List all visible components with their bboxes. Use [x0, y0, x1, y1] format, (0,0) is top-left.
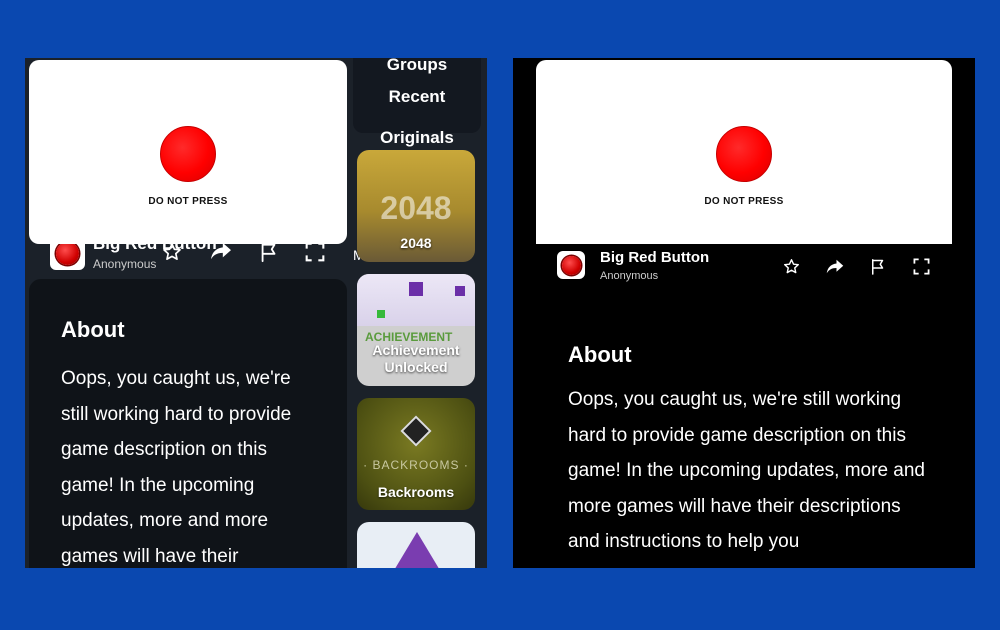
- red-button-icon: [561, 255, 581, 275]
- game-tile-backrooms[interactable]: · BACKROOMS · Backrooms: [357, 398, 475, 510]
- game-tile-2048[interactable]: 2048 2048: [357, 150, 475, 262]
- about-card: About Oops, you caught us, we're still w…: [568, 342, 938, 560]
- side-menu: Groups Recent Originals: [353, 58, 481, 147]
- star-icon[interactable]: [783, 258, 800, 275]
- tile-art-block: [377, 310, 385, 318]
- red-button-icon: [56, 242, 79, 265]
- tile-art-text: 2048: [380, 190, 452, 226]
- fullscreen-icon[interactable]: [913, 258, 930, 275]
- flag-icon[interactable]: [869, 257, 887, 276]
- tile-label: Achievement Unlocked: [372, 342, 460, 375]
- share-icon[interactable]: [210, 241, 232, 261]
- flag-icon[interactable]: [258, 241, 280, 263]
- game-author: Anonymous: [93, 257, 157, 271]
- game-thumbnail[interactable]: [557, 251, 585, 279]
- game-frame[interactable]: DO NOT PRESS: [536, 60, 952, 244]
- tile-label: 2048: [400, 235, 432, 251]
- about-text: Oops, you caught us, we're still working…: [61, 368, 292, 567]
- tile-art: [393, 532, 441, 568]
- game-author: Anonymous: [600, 270, 659, 282]
- tile-art-text: · BACKROOMS ·: [363, 458, 469, 472]
- tile-art-block: [409, 282, 423, 296]
- game-frame[interactable]: DO NOT PRESS: [29, 60, 347, 244]
- tile-art-block: [455, 286, 465, 296]
- fullscreen-icon[interactable]: [305, 242, 325, 262]
- cube-logo-icon: [400, 415, 432, 447]
- menu-item-groups[interactable]: Groups: [353, 58, 481, 75]
- left-panel: Big Red Button Anonymous DO NOT PRESS Ab…: [25, 58, 487, 568]
- do-not-press-caption: DO NOT PRESS: [704, 196, 784, 207]
- tile-label: Backrooms: [377, 484, 455, 500]
- game-tile-partial[interactable]: [357, 522, 475, 568]
- do-not-press-caption: DO NOT PRESS: [148, 196, 228, 207]
- game-title: Big Red Button: [600, 249, 710, 266]
- star-icon[interactable]: [162, 242, 182, 262]
- game-tile-achievement-unlocked[interactable]: ACHIEVEMENT Achievement Unlocked: [357, 274, 475, 386]
- about-heading: About: [568, 342, 632, 367]
- menu-item-recent[interactable]: Recent: [353, 87, 481, 107]
- big-red-button[interactable]: [716, 126, 772, 182]
- about-text: Oops, you caught us, we're still working…: [568, 389, 926, 553]
- menu-item-originals[interactable]: Originals: [353, 128, 481, 148]
- about-heading: About: [61, 317, 125, 342]
- right-panel: DO NOT PRESS Big Red Button Anonymous Ab…: [513, 58, 975, 568]
- share-icon[interactable]: [826, 258, 844, 275]
- big-red-button[interactable]: [160, 126, 216, 182]
- about-card: About Oops, you caught us, we're still w…: [29, 279, 347, 568]
